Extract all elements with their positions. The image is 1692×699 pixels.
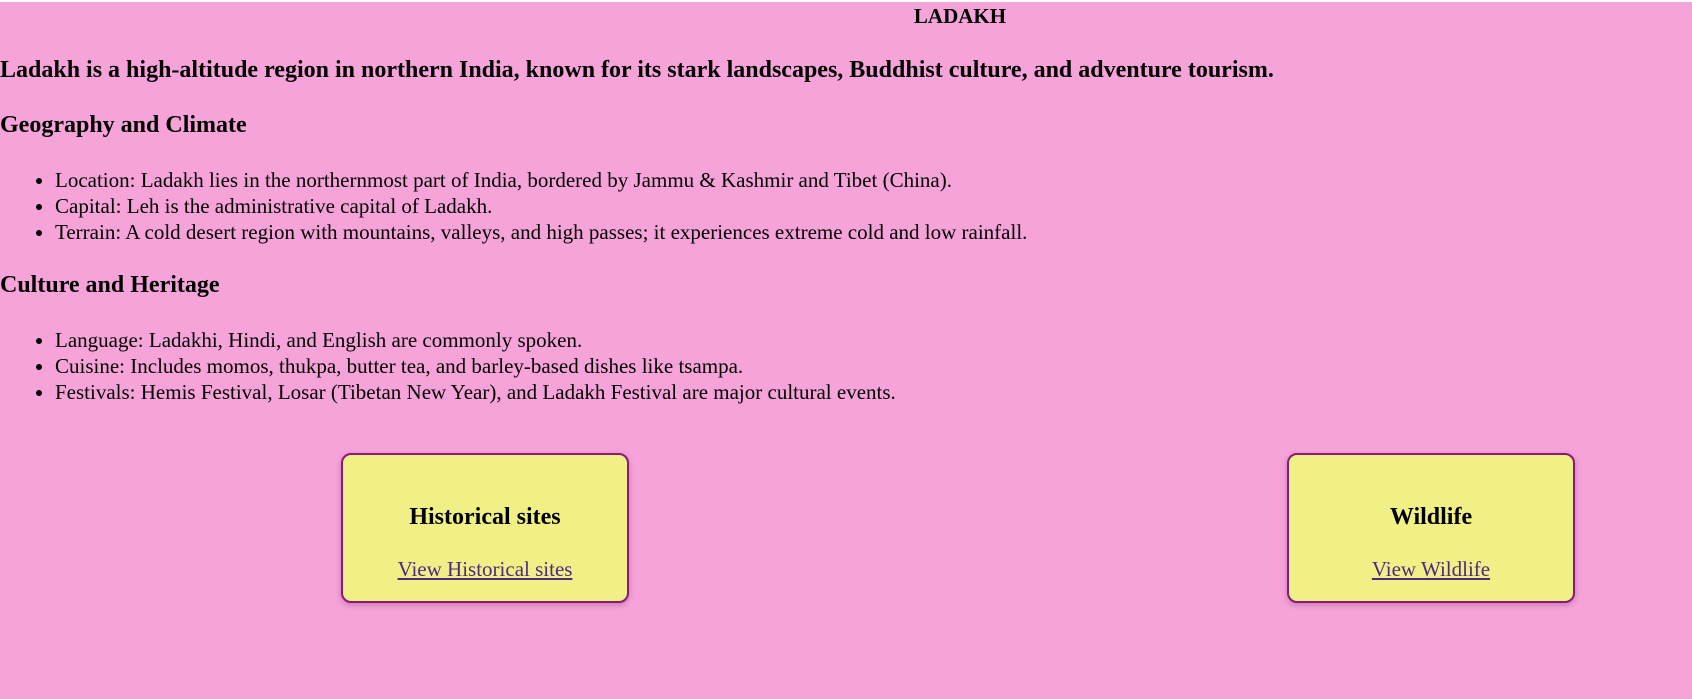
geography-list: Location: Ladakh lies in the northernmos… bbox=[0, 167, 1027, 245]
wildlife-card-title: Wildlife bbox=[1389, 504, 1473, 530]
list-item-language: Language: Ladakhi, Hindi, and English ar… bbox=[55, 327, 896, 353]
view-historical-sites-link[interactable]: View Historical sites bbox=[343, 556, 627, 582]
list-item-festivals: Festivals: Hemis Festival, Losar (Tibeta… bbox=[55, 379, 896, 405]
historical-sites-card: Historical sites View Historical sites bbox=[341, 453, 629, 603]
list-item-cuisine: Cuisine: Includes momos, thukpa, butter … bbox=[55, 353, 896, 379]
culture-list: Language: Ladakhi, Hindi, and English ar… bbox=[0, 327, 896, 405]
list-item-terrain: Terrain: A cold desert region with mount… bbox=[55, 219, 1027, 245]
historical-sites-card-title: Historical sites bbox=[409, 504, 561, 530]
page-tagline: Ladakh is a high-altitude region in nort… bbox=[0, 57, 1274, 83]
page-title: LADAKH bbox=[913, 4, 1007, 28]
list-item-location: Location: Ladakh lies in the northernmos… bbox=[55, 167, 1027, 193]
page-body: LADAKH Ladakh is a high-altitude region … bbox=[0, 2, 1692, 699]
wildlife-card: Wildlife View Wildlife bbox=[1287, 453, 1575, 603]
view-wildlife-link[interactable]: View Wildlife bbox=[1289, 556, 1573, 582]
list-item-capital: Capital: Leh is the administrative capit… bbox=[55, 193, 1027, 219]
culture-heading: Culture and Heritage bbox=[0, 272, 220, 298]
geography-heading: Geography and Climate bbox=[0, 112, 247, 138]
